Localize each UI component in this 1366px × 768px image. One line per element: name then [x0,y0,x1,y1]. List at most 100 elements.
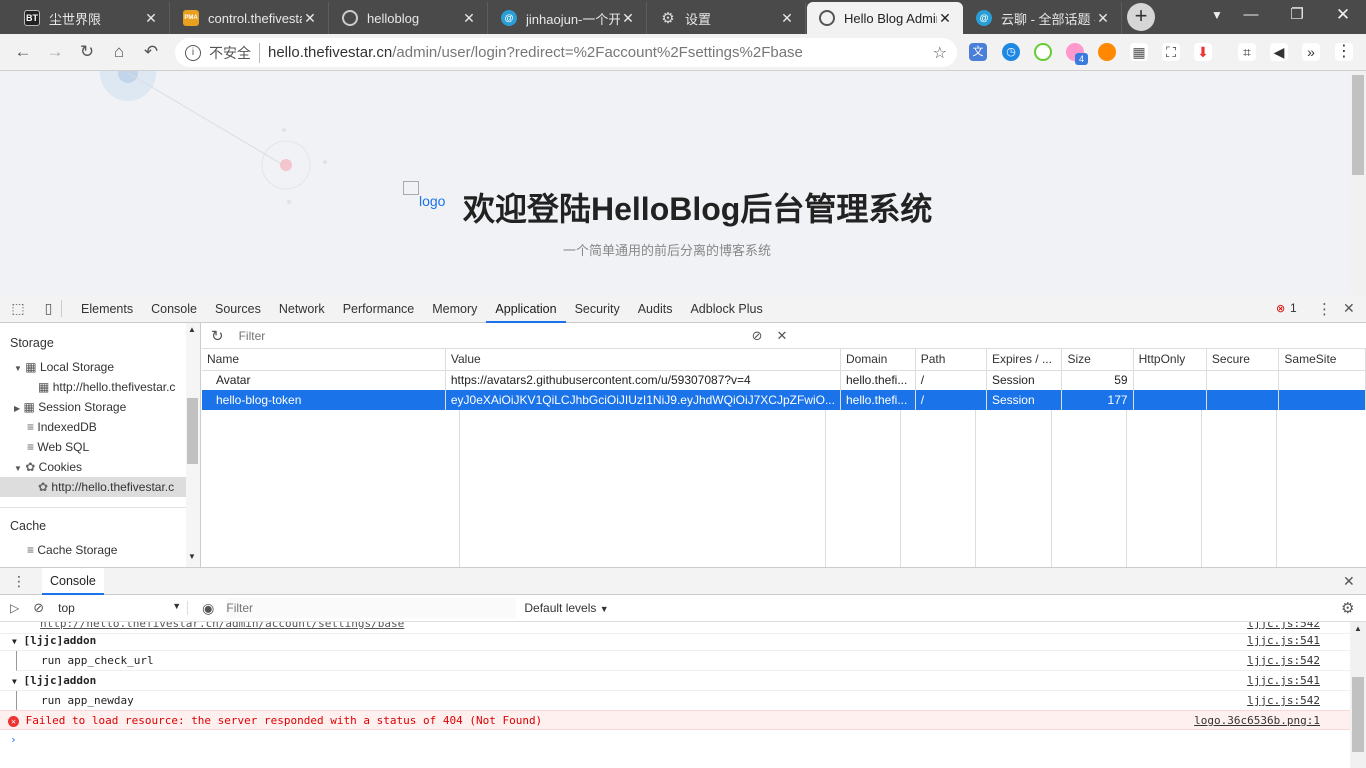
clear-all-icon[interactable]: ⊘ [752,328,763,344]
expanded-triangle-icon[interactable]: ▼ [14,364,22,373]
error-count[interactable]: 1 [1290,301,1297,315]
drawer-tab-console[interactable]: Console [42,567,104,595]
eye-icon[interactable]: ◉ [202,600,214,617]
tab-6[interactable]: @ 云聊 - 全部话题 - ✕ [964,2,1122,34]
log-link[interactable]: http://hello.thefivestar.cn/admin/accoun… [40,622,404,630]
console-settings-gear-icon[interactable]: ⚙ [1341,599,1354,617]
log-source-link[interactable]: ljjc.js:541 [1247,631,1320,651]
column-header[interactable]: Domain [840,349,916,371]
tab-adblock-plus[interactable]: Adblock Plus [681,295,771,323]
close-icon[interactable]: ✕ [779,10,795,27]
scroll-down-icon[interactable]: ▼ [188,552,196,561]
inspect-icon[interactable]: ⬚ [0,300,36,317]
column-header[interactable]: Value [445,349,841,371]
sidebar-item-cache-storage[interactable]: ≡ Cache Storage [0,540,186,560]
scrollbar-thumb[interactable] [187,398,198,464]
expanded-triangle-icon[interactable]: ▼ [12,637,17,646]
refresh-icon[interactable]: ↻ [211,327,224,345]
sidebar-item-websql[interactable]: ≡ Web SQL [0,437,186,457]
error-icon[interactable]: ⊗ [1276,302,1285,315]
menu-icon[interactable]: ⋮ [1335,43,1353,61]
tab-memory[interactable]: Memory [423,295,486,323]
crop-icon[interactable]: ⌗ [1238,43,1256,61]
log-source-link[interactable]: logo.36c6536b.png:1 [1194,711,1320,731]
table-row-selected[interactable]: hello-blog-token eyJ0eXAiOiJKV1QiLCJhbGc… [202,390,1366,410]
clear-console-icon[interactable]: ⊘ [33,600,44,616]
column-header[interactable]: SameSite [1278,349,1366,371]
new-tab-button[interactable]: + [1127,3,1155,31]
log-source-link[interactable]: ljjc.js:541 [1247,671,1320,691]
tab-4[interactable]: ⚙ 设置 ✕ [648,2,806,34]
restore-button[interactable]: ❐ [1274,0,1320,32]
tab-security[interactable]: Security [566,295,629,323]
log-levels-dropdown[interactable]: Default levels ▼ [524,601,608,615]
scroll-up-icon[interactable]: ▲ [188,325,196,334]
tab-network[interactable]: Network [270,295,334,323]
log-group[interactable]: ▼ [ljjc]addon ljjc.js:541 [0,631,1350,651]
device-toggle-icon[interactable]: ▯ [36,300,62,317]
close-icon[interactable]: ✕ [937,10,953,27]
tab-1[interactable]: PMA control.thefivestar ✕ [171,2,329,34]
page-scrollbar[interactable] [1350,71,1366,295]
close-icon[interactable]: ✕ [461,10,477,27]
home-icon[interactable]: ⌂ [106,40,132,64]
collapsed-triangle-icon[interactable]: ▶ [14,404,20,413]
log-source-link[interactable]: ljjc.js:542 [1247,651,1320,671]
expanded-triangle-icon[interactable]: ▼ [12,677,17,686]
sidebar-item-indexeddb[interactable]: ≡ IndexedDB [0,417,186,437]
close-icon[interactable]: ✕ [302,10,318,27]
column-header[interactable]: HttpOnly [1133,349,1207,371]
close-icon[interactable]: ✕ [1095,10,1111,27]
tab-console[interactable]: Console [142,295,206,323]
sidebar-item-local-storage[interactable]: ▼ ▦ Local Storage [0,357,186,377]
more-extensions-icon[interactable]: » [1302,43,1320,61]
column-header[interactable]: Secure [1206,349,1280,371]
tab-0[interactable]: BT 尘世界限 ✕ [12,2,170,34]
console-filter-input[interactable] [226,598,517,618]
table-row[interactable]: Avatar https://avatars2.githubuserconten… [202,370,1366,390]
close-icon[interactable]: ✕ [143,10,159,27]
minimize-button[interactable]: — [1228,0,1274,32]
undo-icon[interactable]: ↶ [138,40,164,64]
column-header[interactable]: Expires / ... [986,349,1063,371]
scroll-up-icon[interactable]: ▲ [1354,624,1362,633]
forward-icon[interactable]: → [42,40,68,64]
tab-elements[interactable]: Elements [72,295,142,323]
colorful-ext-icon[interactable] [1098,43,1116,61]
tab-performance[interactable]: Performance [334,295,424,323]
console-scrollbar[interactable]: ▲ [1350,622,1366,768]
context-select[interactable]: top ▼ [58,601,189,615]
address-bar[interactable]: i 不安全 hello.thefivestar.cn /admin/user/l… [175,38,957,67]
devtools-menu-icon[interactable]: ⋮ [1317,300,1332,318]
devtools-close-icon[interactable]: ✕ [1343,300,1355,317]
column-header[interactable]: Path [915,349,987,371]
column-header[interactable]: Size [1061,349,1134,371]
screenshot-icon[interactable]: ⛶ [1162,43,1180,61]
back-icon[interactable]: ← [10,40,36,64]
sidebar-scrollbar[interactable]: ▲ ▼ [186,323,200,567]
sidebar-item-cookies[interactable]: ▼ ✿ Cookies [0,457,186,477]
close-window-button[interactable]: ✕ [1320,0,1366,32]
history-icon[interactable]: ◷ [1002,43,1020,61]
tab-5-active[interactable]: Hello Blog Admin ✕ [807,2,963,34]
apple-ext-icon[interactable] [1034,43,1052,61]
scrollbar-thumb[interactable] [1352,75,1364,175]
sidebar-item-session-storage[interactable]: ▶ ▦ Session Storage [0,397,186,417]
reload-icon[interactable]: ↻ [74,40,100,64]
tab-2[interactable]: helloblog ✕ [330,2,488,34]
drawer-menu-icon[interactable]: ⋮ [12,573,26,590]
cookie-filter-input[interactable] [237,325,734,346]
close-icon[interactable]: ✕ [620,10,636,27]
apps-ext-icon[interactable]: ▦ [1130,43,1148,61]
speaker-icon[interactable]: ◀ [1270,43,1288,61]
tab-audits[interactable]: Audits [629,295,682,323]
log-group[interactable]: ▼ [ljjc]addon ljjc.js:541 [0,671,1350,691]
download-ext-icon[interactable]: ⬇ [1194,43,1212,61]
expanded-triangle-icon[interactable]: ▼ [14,464,22,473]
console-prompt[interactable]: › [0,730,1350,750]
scrollbar-thumb[interactable] [1352,677,1364,752]
tab-application[interactable]: Application [486,295,566,323]
bookmark-star-icon[interactable]: ☆ [933,43,947,63]
column-header[interactable]: Name [202,349,446,371]
sidebar-toggle-icon[interactable]: ▷ [10,601,19,615]
